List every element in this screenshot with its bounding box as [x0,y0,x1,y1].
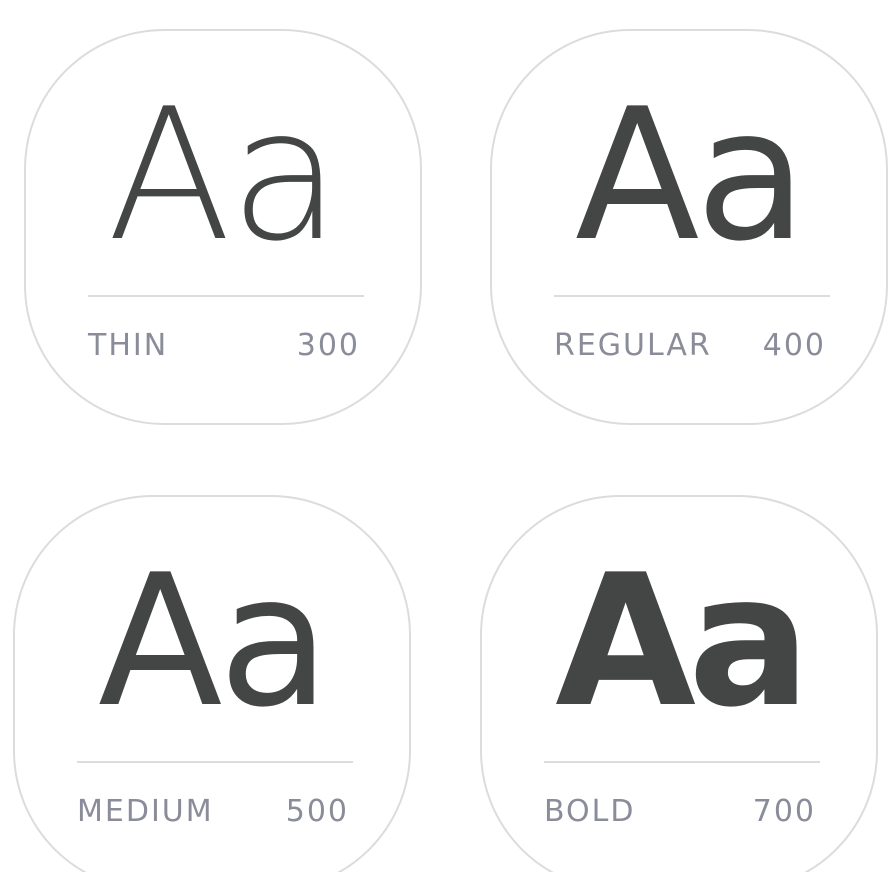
divider [77,761,353,763]
divider [554,295,830,297]
weight-name-label: THIN [88,328,169,363]
weight-card-medium: Aa MEDIUM 500 [13,495,411,872]
glyph-sample: Aa [555,535,811,747]
font-weight-specimen: Aa THIN 300 Aa REGULAR 400 Aa MEDIUM 500… [0,0,892,872]
weight-value-label: 400 [762,328,826,363]
weight-value-label: 700 [752,794,816,829]
divider [88,295,364,297]
weight-card-regular: Aa REGULAR 400 [490,29,888,425]
weight-card-bold: Aa BOLD 700 [480,495,878,872]
divider [544,761,820,763]
glyph-sample: Aa [574,69,807,281]
weight-name-label: REGULAR [554,328,712,363]
weight-name-label: MEDIUM [77,794,214,829]
weight-value-label: 300 [296,328,360,363]
weight-name-label: BOLD [544,794,636,829]
glyph-sample: Aa [106,69,341,281]
weight-card-thin: Aa THIN 300 [24,29,422,425]
weight-value-label: 500 [285,794,349,829]
glyph-sample: Aa [97,535,330,747]
